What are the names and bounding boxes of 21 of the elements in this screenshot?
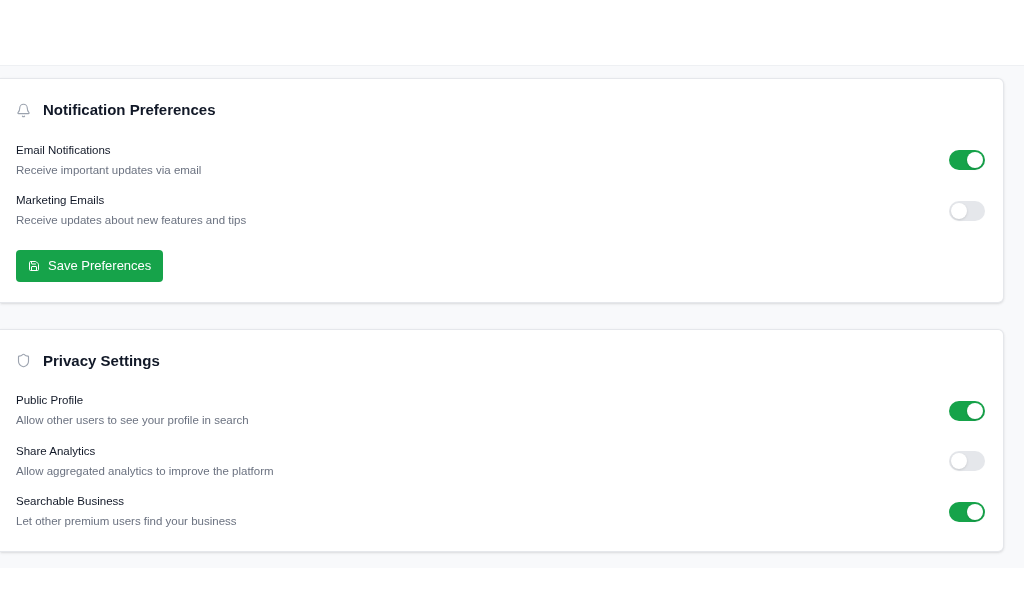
toggle-switch[interactable] — [949, 501, 985, 522]
toggle-switch[interactable] — [949, 400, 985, 421]
setting-label: Marketing Emails — [16, 193, 106, 208]
shield-icon — [16, 353, 31, 369]
setting-description: Receive important updates via email — [16, 162, 202, 178]
section-title: Notification Preferences — [43, 100, 216, 120]
setting-description: Let other premium users find your business — [16, 514, 237, 530]
setting-description: Allow other users to see your profile in search — [16, 413, 249, 429]
bell-icon — [16, 102, 31, 118]
section-title: Privacy Settings — [43, 350, 160, 371]
toggle-switch[interactable] — [949, 150, 985, 171]
setting-label: Public Profile — [16, 393, 85, 408]
setting-label: Share Analytics — [16, 443, 97, 459]
save-button[interactable]: Save Preferences — [16, 249, 164, 282]
setting-label: Email Notifications — [16, 142, 112, 158]
toggle-switch[interactable] — [949, 200, 985, 221]
toggle-switch[interactable] — [949, 451, 985, 472]
save-icon — [28, 259, 40, 272]
setting-description: Receive updates about new features and tips — [16, 213, 247, 229]
setting-label: Searchable Business — [16, 494, 126, 509]
setting-description: Allow aggregated analytics to improve the platform — [16, 463, 274, 479]
